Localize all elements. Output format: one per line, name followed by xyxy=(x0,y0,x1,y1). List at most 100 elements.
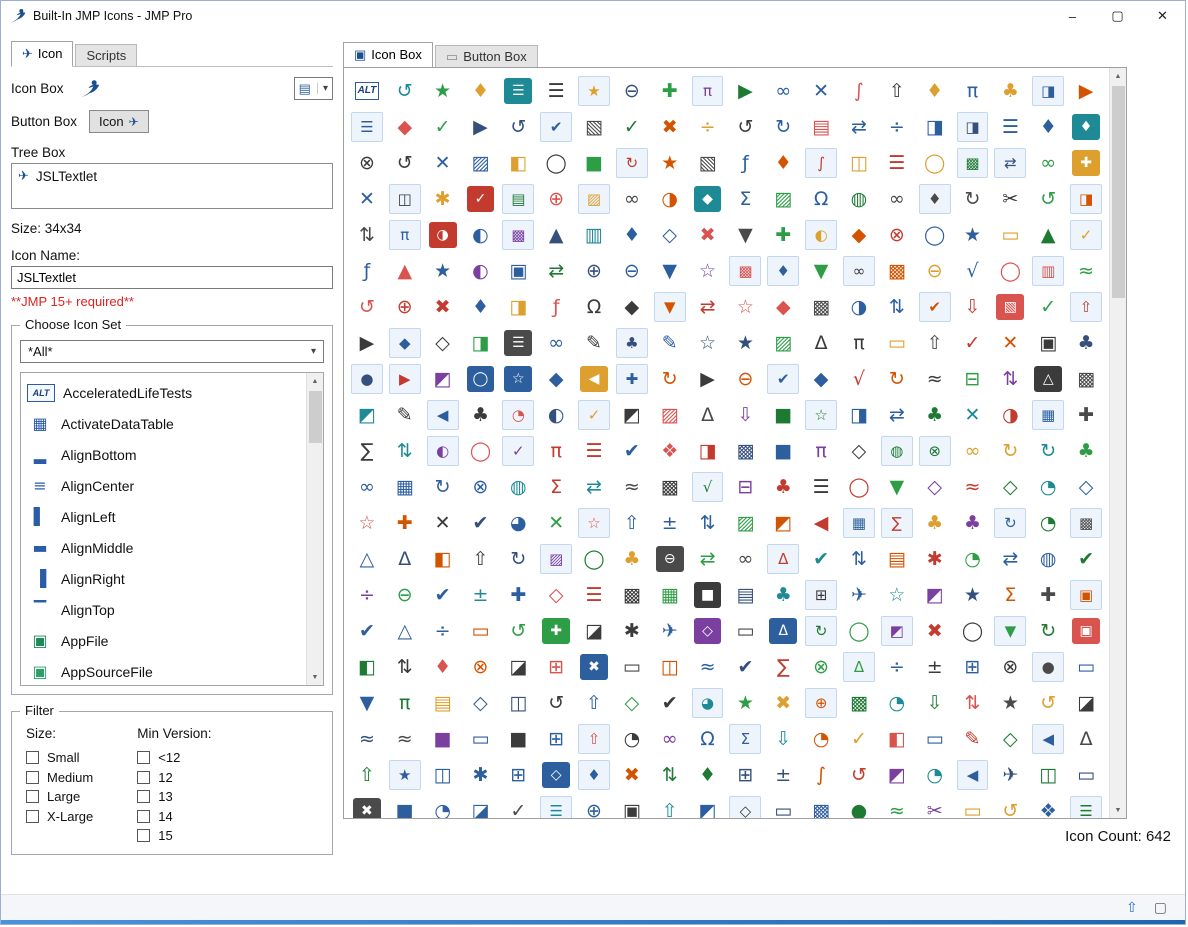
grid-icon[interactable]: ▭ xyxy=(1067,649,1105,685)
grid-icon[interactable]: ÷ xyxy=(689,109,727,145)
grid-icon[interactable]: ✔ xyxy=(919,292,951,322)
grid-icon[interactable]: ◍ xyxy=(881,436,913,466)
grid-icon[interactable]: ↺ xyxy=(726,109,764,145)
grid-icon[interactable]: ◨ xyxy=(840,397,878,433)
grid-icon[interactable]: ✖ xyxy=(580,654,608,680)
grid-icon[interactable]: ⊗ xyxy=(991,649,1029,685)
grid-icon[interactable]: ALT xyxy=(348,73,386,109)
grid-icon[interactable]: ƒ xyxy=(726,145,764,181)
grid-icon[interactable]: ☆ xyxy=(689,253,727,289)
grid-icon[interactable]: ∞ xyxy=(651,721,689,757)
grid-icon[interactable]: ↺ xyxy=(386,145,424,181)
grid-icon[interactable]: ◆ xyxy=(840,217,878,253)
grid-icon[interactable]: ♣ xyxy=(1067,433,1105,469)
grid-icon[interactable]: ◩ xyxy=(424,361,462,397)
grid-icon[interactable]: ◨ xyxy=(957,112,989,142)
grid-icon[interactable]: ∑ xyxy=(764,649,802,685)
grid-icon[interactable]: ♣ xyxy=(954,505,992,541)
grid-icon[interactable]: ▣ xyxy=(613,793,651,819)
window-layers-icon[interactable]: ▢ xyxy=(1154,899,1167,916)
grid-icon[interactable]: ⇅ xyxy=(689,505,727,541)
grid-icon[interactable]: ◨ xyxy=(916,109,954,145)
grid-icon[interactable]: ▼ xyxy=(802,253,840,289)
grid-icon[interactable]: ✔ xyxy=(802,541,840,577)
grid-icon[interactable]: ☆ xyxy=(348,505,386,541)
grid-icon[interactable]: ✔ xyxy=(348,613,386,649)
grid-icon[interactable]: ◧ xyxy=(499,145,537,181)
grid-icon[interactable]: ☰ xyxy=(540,796,572,819)
checkbox-box[interactable] xyxy=(137,810,150,823)
grid-icon[interactable]: ◍ xyxy=(1029,541,1067,577)
grid-icon[interactable]: ± xyxy=(764,757,802,793)
grid-icon[interactable]: ★ xyxy=(726,325,764,361)
checkbox-14[interactable]: 14 xyxy=(137,807,211,827)
grid-icon[interactable]: ⊗ xyxy=(462,649,500,685)
checkbox-13[interactable]: 13 xyxy=(137,787,211,807)
grid-icon[interactable]: ≈ xyxy=(878,793,916,819)
grid-icon[interactable]: ▧ xyxy=(689,145,727,181)
grid-icon[interactable]: ▩ xyxy=(726,433,764,469)
grid-icon[interactable]: ■ xyxy=(575,145,613,181)
icon-style-dropdown[interactable]: ▤ ▾ xyxy=(294,77,333,100)
grid-icon[interactable]: ✓ xyxy=(499,793,537,819)
grid-icon[interactable]: ⊖ xyxy=(656,546,684,572)
grid-icon[interactable]: ⇧ xyxy=(348,757,386,793)
grid-icon[interactable]: ⇧ xyxy=(462,541,500,577)
grid-icon[interactable]: ♦ xyxy=(613,217,651,253)
grid-icon[interactable]: ▨ xyxy=(764,325,802,361)
icon-set-list-scrollbar[interactable]: ▲ ▼ xyxy=(306,373,323,685)
grid-icon[interactable]: ⇄ xyxy=(878,397,916,433)
scroll-up-icon[interactable]: ▲ xyxy=(307,373,324,389)
grid-icon[interactable]: ✚ xyxy=(542,618,570,644)
grid-icon[interactable]: ★ xyxy=(424,73,462,109)
grid-icon[interactable]: ✔ xyxy=(767,364,799,394)
grid-icon[interactable]: ◇ xyxy=(840,433,878,469)
grid-icon[interactable]: ◫ xyxy=(424,757,462,793)
grid-icon[interactable]: ✎ xyxy=(575,325,613,361)
grid-icon[interactable]: ▩ xyxy=(651,469,689,505)
grid-icon[interactable]: ⇧ xyxy=(651,793,689,819)
grid-icon[interactable]: ◩ xyxy=(878,757,916,793)
grid-icon[interactable]: ⇩ xyxy=(764,721,802,757)
grid-icon[interactable]: ♦ xyxy=(689,757,727,793)
grid-icon[interactable]: ▥ xyxy=(1032,256,1064,286)
grid-icon[interactable]: ✓ xyxy=(1029,289,1067,325)
grid-icon[interactable]: ↻ xyxy=(764,109,802,145)
grid-icon[interactable]: ◧ xyxy=(348,649,386,685)
scrollbar-thumb[interactable] xyxy=(1112,86,1125,298)
grid-icon[interactable]: ± xyxy=(462,577,500,613)
grid-icon[interactable]: ✔ xyxy=(462,505,500,541)
grid-icon[interactable]: ⇧ xyxy=(575,685,613,721)
grid-icon[interactable]: ⊕ xyxy=(575,793,613,819)
grid-icon[interactable]: ∞ xyxy=(764,73,802,109)
icon-set-item[interactable]: ▣AppFile xyxy=(27,625,306,656)
grid-icon[interactable]: ✱ xyxy=(613,613,651,649)
grid-icon[interactable]: ■ xyxy=(764,397,802,433)
grid-icon[interactable]: ÷ xyxy=(424,613,462,649)
grid-icon[interactable]: ◕ xyxy=(692,688,724,718)
grid-icon[interactable]: ▥ xyxy=(575,217,613,253)
grid-icon[interactable]: ✱ xyxy=(462,757,500,793)
grid-icon[interactable]: ≈ xyxy=(613,469,651,505)
grid-icon[interactable]: ◆ xyxy=(386,109,424,145)
checkbox-12[interactable]: 12 xyxy=(137,768,211,788)
grid-icon[interactable]: ▭ xyxy=(878,325,916,361)
grid-icon[interactable]: ↺ xyxy=(991,793,1029,819)
grid-icon[interactable]: ■ xyxy=(694,582,722,608)
grid-icon[interactable]: ∫ xyxy=(805,148,837,178)
grid-icon[interactable]: ▦ xyxy=(843,508,875,538)
grid-icon[interactable]: ▤ xyxy=(802,109,840,145)
grid-icon[interactable]: ▩ xyxy=(802,793,840,819)
grid-icon[interactable]: ⊖ xyxy=(613,253,651,289)
grid-icon[interactable]: ⇩ xyxy=(726,397,764,433)
grid-icon[interactable]: ◪ xyxy=(499,649,537,685)
grid-icon[interactable]: ✈ xyxy=(651,613,689,649)
grid-icon[interactable]: ↺ xyxy=(840,757,878,793)
grid-icon[interactable]: ⇩ xyxy=(954,289,992,325)
grid-icon[interactable]: π xyxy=(386,685,424,721)
grid-icon[interactable]: ♦ xyxy=(919,184,951,214)
grid-icon[interactable]: ◫ xyxy=(651,649,689,685)
grid-icon[interactable]: ♦ xyxy=(578,760,610,790)
tab-icon[interactable]: ✈ Icon xyxy=(11,41,73,67)
grid-icon[interactable]: ★ xyxy=(991,685,1029,721)
